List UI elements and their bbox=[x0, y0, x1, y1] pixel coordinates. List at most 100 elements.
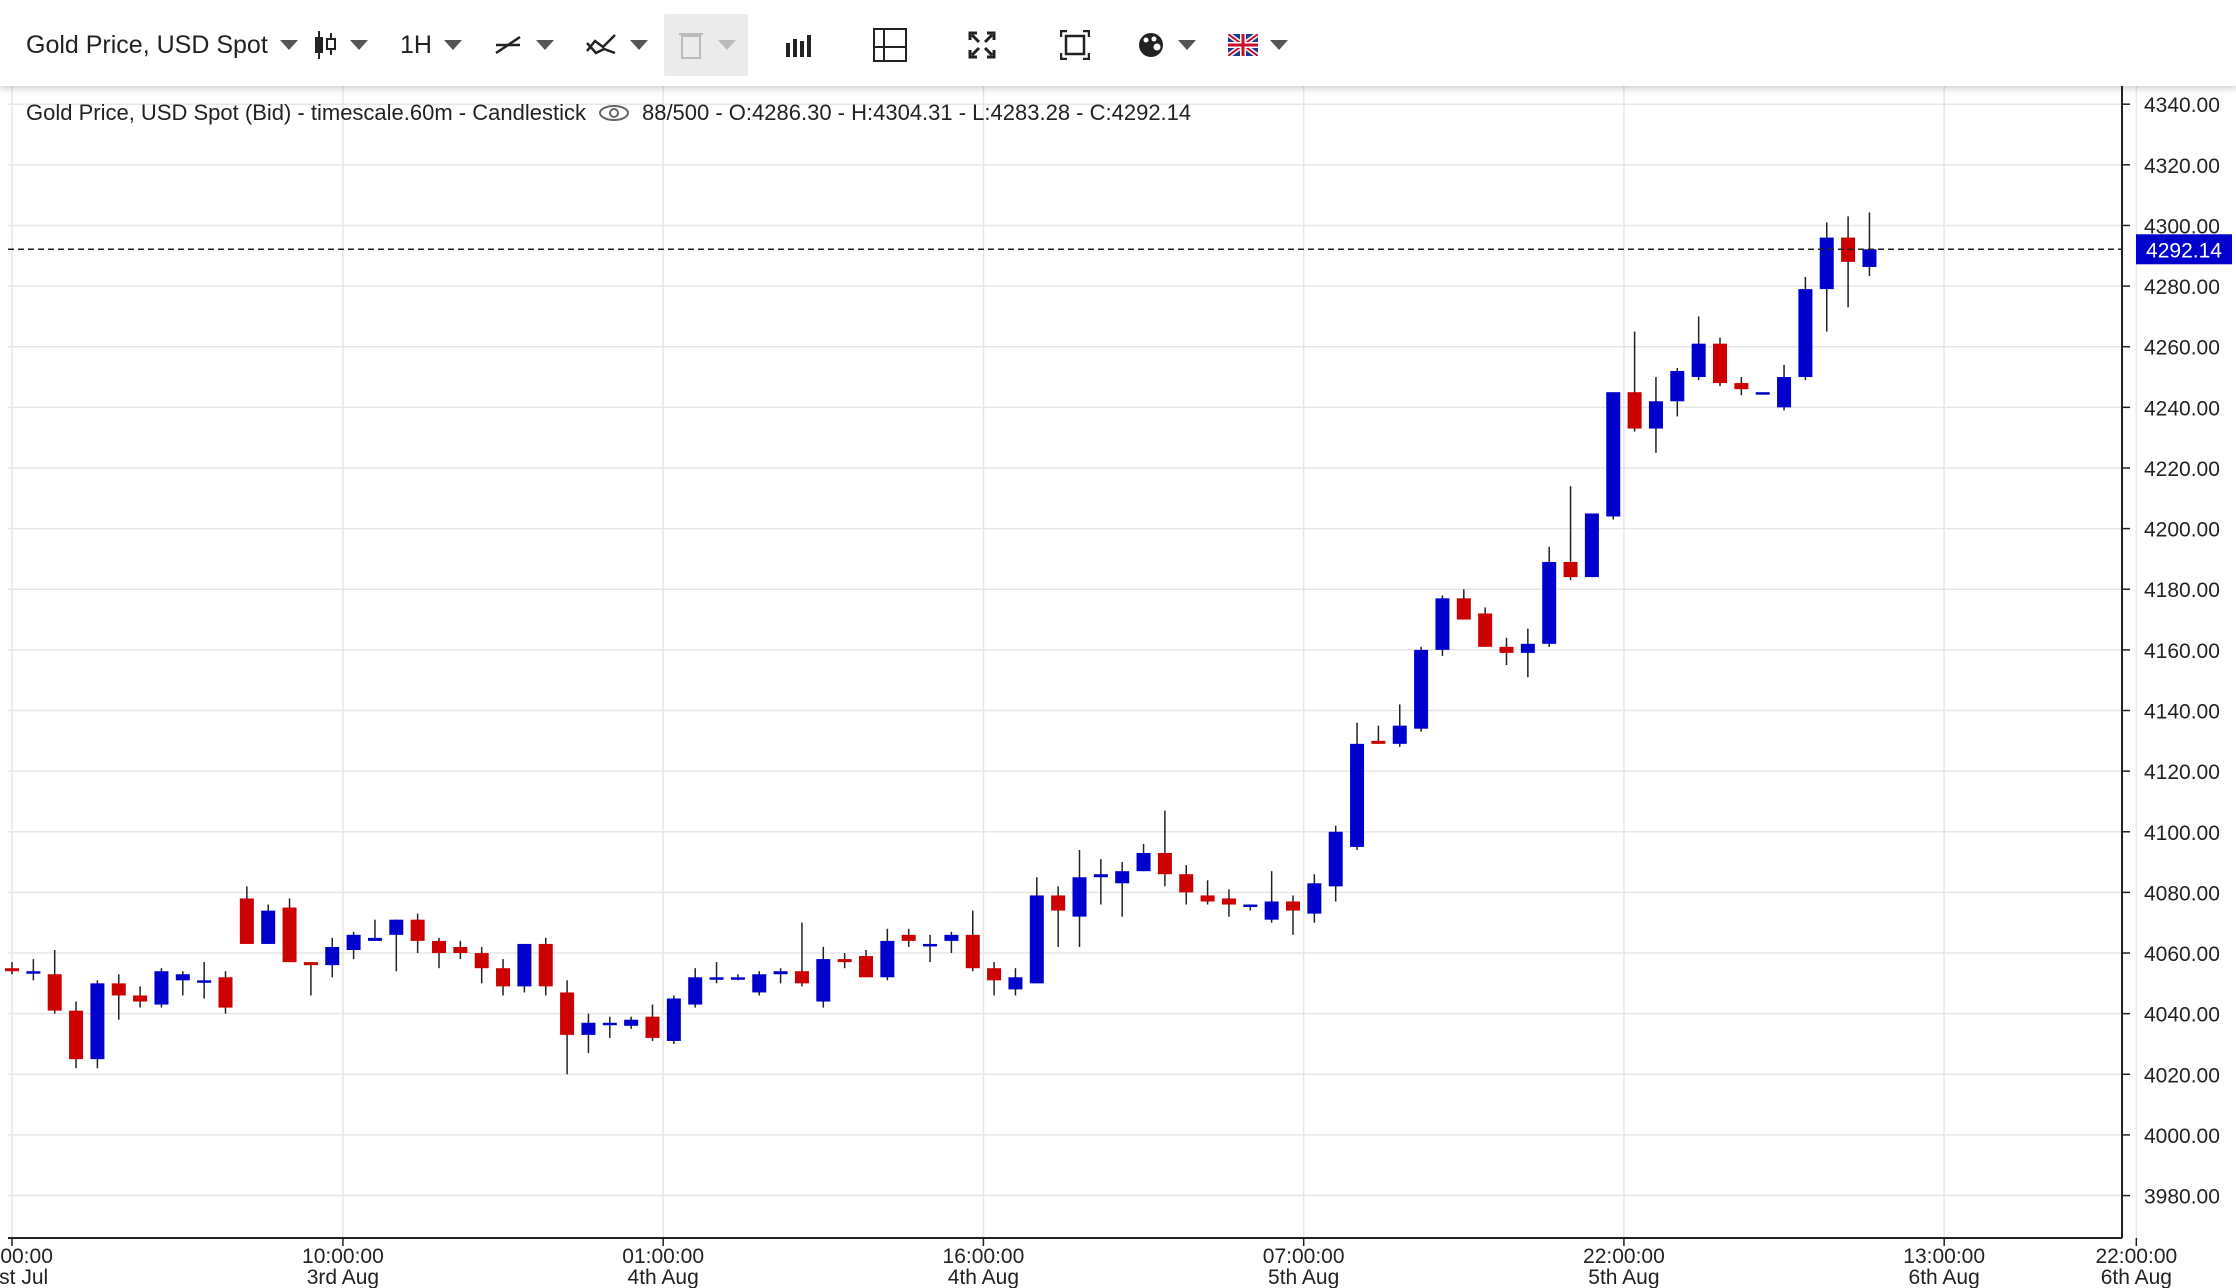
chevron-down-icon bbox=[279, 40, 298, 50]
bar-chart-icon bbox=[786, 35, 811, 57]
candle bbox=[965, 910, 980, 972]
candle-body bbox=[602, 1022, 617, 1026]
candle-body bbox=[1819, 237, 1834, 290]
candle-body bbox=[1627, 392, 1642, 429]
candle bbox=[1798, 276, 1813, 381]
candle bbox=[944, 931, 959, 954]
candle-body bbox=[560, 992, 575, 1035]
x-tick-time: 22:00:00 bbox=[1583, 1245, 1665, 1268]
candle-body bbox=[923, 943, 938, 947]
timeframe-selector[interactable]: 1H bbox=[400, 14, 462, 76]
candle bbox=[666, 995, 681, 1044]
drawing-tools-button[interactable] bbox=[492, 14, 554, 76]
candle bbox=[1691, 316, 1706, 381]
candle bbox=[581, 1013, 596, 1054]
candle bbox=[1029, 877, 1044, 984]
x-tick-date: 6th Aug bbox=[1909, 1266, 1980, 1288]
chart-type-button[interactable] bbox=[312, 14, 368, 76]
candle-body bbox=[410, 919, 425, 941]
candle-body bbox=[1008, 977, 1023, 990]
candle-body bbox=[709, 977, 724, 980]
candle bbox=[1520, 628, 1535, 678]
candle bbox=[69, 1001, 84, 1069]
chevron-down-icon bbox=[443, 40, 462, 50]
candle-body bbox=[197, 980, 212, 983]
trendline-icon bbox=[495, 35, 521, 55]
timeframe-label: 1H bbox=[400, 30, 432, 59]
y-tick-label: 3980.00 bbox=[2144, 1186, 2220, 1209]
theme-button[interactable] bbox=[1136, 14, 1196, 76]
candle-body bbox=[175, 974, 190, 981]
instrument-selector[interactable]: Gold Price, USD Spot bbox=[26, 14, 298, 76]
volume-button[interactable] bbox=[784, 14, 812, 76]
delete-icon bbox=[679, 33, 703, 59]
y-tick-label: 4080.00 bbox=[2144, 882, 2220, 905]
candle bbox=[496, 959, 511, 996]
candle-body bbox=[1307, 883, 1322, 914]
candle bbox=[389, 919, 404, 972]
candle bbox=[1734, 377, 1749, 396]
candle-body bbox=[1734, 383, 1749, 390]
candle-body bbox=[1179, 874, 1194, 893]
candle-body bbox=[517, 943, 532, 987]
y-tick-label: 4240.00 bbox=[2144, 397, 2220, 420]
candle-body bbox=[1093, 874, 1108, 878]
candle-body bbox=[1051, 895, 1066, 911]
candle-body bbox=[1499, 646, 1514, 653]
candle-body bbox=[1072, 877, 1087, 917]
candle bbox=[1841, 216, 1856, 308]
chevron-down-icon bbox=[1270, 40, 1288, 50]
candle-body bbox=[752, 974, 767, 993]
candle-body bbox=[261, 910, 276, 944]
candlestick-chart[interactable]: 4292.14 4340.00 4320.00 4300.00 4280.00 4260… bbox=[0, 0, 2236, 1288]
x-tick-date: 6th Aug bbox=[2101, 1266, 2172, 1288]
indicators-button[interactable] bbox=[584, 14, 648, 76]
candle-body bbox=[816, 959, 831, 1002]
fit-view-button[interactable] bbox=[1060, 14, 1090, 76]
chevron-down-icon bbox=[718, 40, 736, 50]
candle-body bbox=[1264, 901, 1279, 920]
delete-button[interactable] bbox=[664, 14, 748, 76]
candle bbox=[261, 904, 276, 944]
candle-body bbox=[1691, 343, 1706, 378]
candle-body bbox=[773, 971, 788, 975]
candle bbox=[901, 928, 916, 947]
y-tick-label: 4060.00 bbox=[2144, 943, 2220, 966]
candle-body bbox=[26, 971, 41, 974]
chevron-down-icon bbox=[536, 40, 554, 50]
last-price-line: 4292.14 bbox=[8, 234, 2232, 265]
candle-body bbox=[1670, 370, 1685, 402]
candle bbox=[1819, 222, 1834, 332]
x-tick-date: 4th Aug bbox=[628, 1266, 699, 1288]
candle-body bbox=[1136, 852, 1151, 872]
last-price-label: 4292.14 bbox=[2146, 239, 2222, 262]
candle-body bbox=[624, 1019, 639, 1026]
candle-body bbox=[1648, 401, 1663, 429]
candle-body bbox=[133, 995, 148, 1002]
candle bbox=[816, 946, 831, 1008]
candle-body bbox=[1286, 901, 1300, 911]
candle bbox=[1072, 849, 1087, 947]
candle bbox=[218, 971, 233, 1014]
candle-body bbox=[538, 943, 553, 987]
fullscreen-button[interactable] bbox=[968, 14, 996, 76]
candle bbox=[1777, 364, 1792, 411]
candle-body bbox=[1328, 831, 1343, 887]
eye-icon[interactable] bbox=[598, 103, 630, 123]
candle bbox=[688, 968, 703, 1008]
candle-body bbox=[730, 977, 745, 980]
candle bbox=[1328, 825, 1343, 902]
candle-body bbox=[581, 1022, 596, 1035]
candle bbox=[197, 962, 212, 999]
candle bbox=[987, 962, 1002, 996]
candle-body bbox=[325, 946, 340, 966]
candle bbox=[923, 934, 938, 963]
chart-info-bar: Gold Price, USD Spot (Bid) - timescale.6… bbox=[26, 100, 1191, 126]
candle-body bbox=[154, 971, 169, 1005]
x-tick-date: 5th Aug bbox=[1268, 1266, 1339, 1288]
language-selector[interactable] bbox=[1228, 14, 1288, 76]
crosshair-button[interactable] bbox=[872, 14, 908, 76]
x-tick-date: 5th Aug bbox=[1588, 1266, 1659, 1288]
fullscreen-icon bbox=[968, 31, 996, 59]
x-tick-time: 10:00:00 bbox=[302, 1245, 384, 1268]
